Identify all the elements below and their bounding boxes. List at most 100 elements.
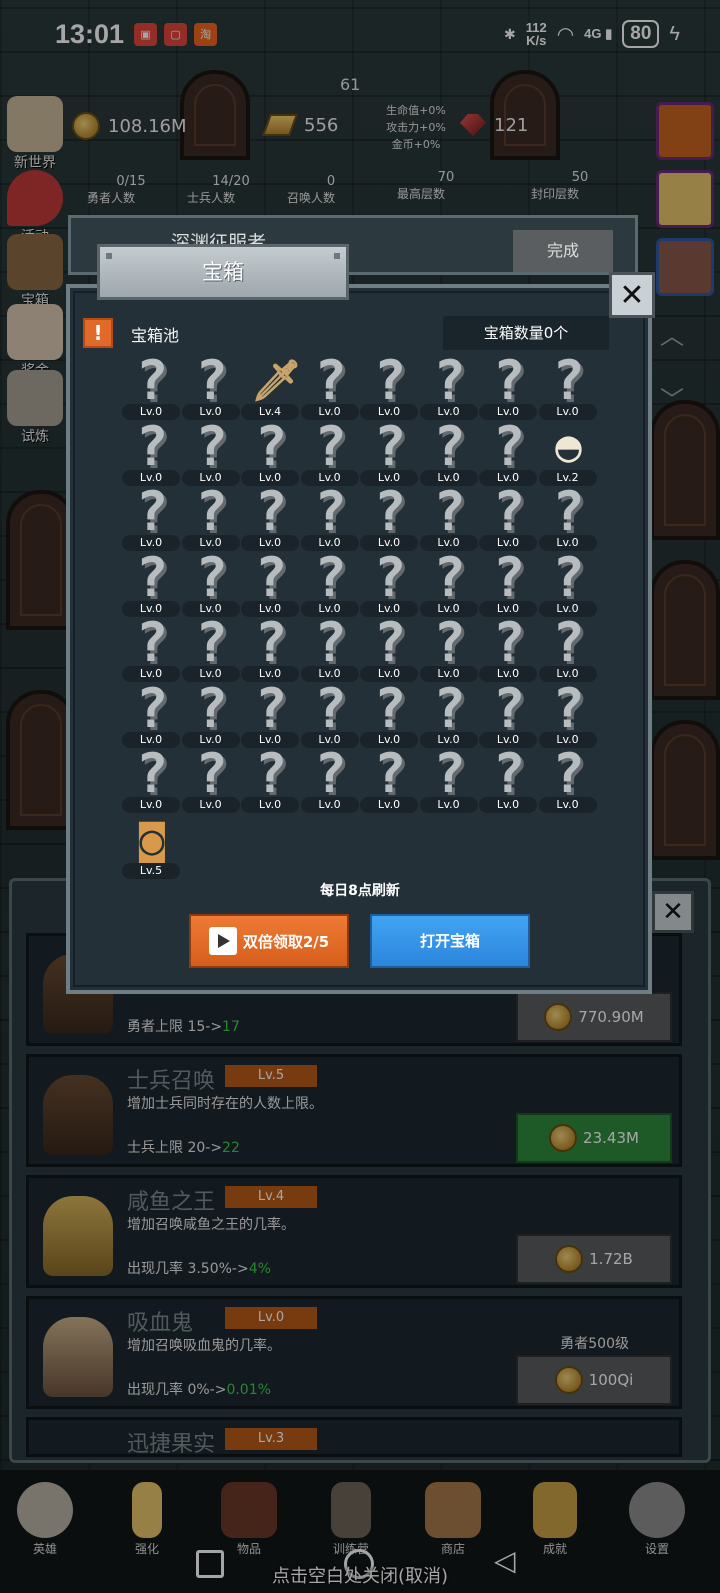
chest-slot[interactable]: ? Lv.0 — [297, 545, 359, 619]
unknown-item-icon: ? — [195, 742, 228, 805]
chest-slot[interactable]: ? Lv.0 — [178, 545, 240, 619]
chest-slot[interactable]: ? Lv.0 — [475, 414, 537, 488]
chest-slot[interactable]: ? Lv.0 — [178, 742, 240, 815]
unknown-item-icon: ? — [135, 742, 169, 805]
chest-slot[interactable]: ? Lv.0 — [535, 747, 597, 815]
chest-slot[interactable]: ? Lv.0 — [237, 480, 299, 553]
chest-slot[interactable]: ? Lv.0 — [356, 349, 418, 422]
beer-mug-icon: ◙ — [139, 814, 165, 864]
chest-slot[interactable]: ? Lv.0 — [416, 611, 478, 684]
video-play-icon — [208, 927, 237, 955]
chest-slot[interactable]: ? Lv.0 — [356, 747, 418, 815]
unknown-item-icon: ? — [314, 676, 347, 740]
chest-slot[interactable]: ? Lv.0 — [416, 414, 478, 488]
slot-level: Lv.5 — [122, 862, 180, 879]
chest-slot[interactable]: ? Lv.0 — [535, 480, 597, 553]
double-claim-button[interactable]: 双倍领取2/5 — [189, 914, 349, 968]
chest-slot[interactable]: ? Lv.0 — [475, 747, 537, 815]
unknown-item-icon: ? — [552, 480, 585, 543]
slot-level: Lv.0 — [360, 797, 418, 813]
chest-slot[interactable]: ? Lv.0 — [118, 480, 180, 553]
chest-slot[interactable]: ? Lv.0 — [535, 611, 597, 684]
unknown-item-icon: ? — [195, 480, 228, 543]
chest-slot[interactable]: ? Lv.0 — [475, 616, 537, 684]
chest-slot[interactable]: ? Lv.0 — [237, 616, 299, 684]
unknown-item-icon: ? — [373, 480, 407, 543]
chest-slot[interactable]: ? Lv.0 — [118, 742, 180, 815]
chest-slot[interactable]: ? Lv.0 — [297, 611, 359, 684]
unknown-item-icon: ? — [314, 545, 347, 609]
unknown-item-icon: ? — [433, 414, 466, 478]
chest-slot[interactable]: ? Lv.0 — [178, 616, 240, 684]
chest-slot[interactable]: ? Lv.0 — [297, 354, 359, 422]
unknown-item-icon: ? — [135, 480, 169, 543]
chest-slot[interactable]: ? Lv.0 — [237, 419, 299, 488]
double-claim-label: 双倍领取2/5 — [242, 932, 330, 951]
chest-slot[interactable]: ? Lv.0 — [475, 681, 537, 750]
close-icon[interactable]: ✕ — [609, 272, 655, 318]
chest-slot[interactable]: ? Lv.0 — [178, 676, 240, 750]
unknown-item-icon: ? — [433, 480, 466, 543]
unknown-item-icon: ? — [195, 545, 228, 609]
unknown-item-icon: ? — [254, 545, 288, 609]
unknown-item-icon: ? — [433, 545, 466, 609]
chest-slot[interactable]: ? Lv.0 — [118, 419, 180, 488]
chest-slot[interactable]: ? Lv.0 — [178, 354, 240, 422]
chest-slot[interactable]: ? Lv.0 — [118, 676, 180, 750]
unknown-item-icon: ? — [195, 676, 228, 740]
chest-pool-header: ! 宝箱池 宝箱数量0个 — [83, 316, 611, 350]
chest-slot[interactable]: ? Lv.0 — [416, 545, 478, 619]
chest-slot[interactable]: ◙ Lv.5 — [118, 814, 180, 881]
chest-slot[interactable]: ◓ Lv.2 — [535, 422, 597, 488]
unknown-item-icon: ? — [373, 545, 407, 609]
unknown-item-icon: ? — [552, 611, 585, 674]
chest-slot[interactable]: ? Lv.0 — [356, 681, 418, 750]
chest-slot[interactable]: ? Lv.0 — [297, 747, 359, 815]
chest-slot[interactable]: ? Lv.0 — [416, 349, 478, 422]
unknown-item-icon: ? — [552, 349, 585, 412]
unknown-item-icon: ? — [314, 414, 347, 478]
chest-slot[interactable]: ? Lv.0 — [237, 681, 299, 750]
chest-slot[interactable]: ? Lv.0 — [118, 349, 180, 422]
chest-slot[interactable]: ? Lv.0 — [535, 349, 597, 422]
unknown-item-icon: ? — [373, 611, 407, 674]
unknown-item-icon: ? — [135, 676, 169, 740]
chest-slot[interactable]: ? Lv.0 — [237, 545, 299, 619]
chest-slot[interactable]: 🗡 Lv.4 — [237, 356, 302, 422]
quest-complete-button[interactable]: 完成 — [513, 230, 613, 272]
chest-slot[interactable]: ? Lv.0 — [475, 485, 537, 553]
chest-slot[interactable]: ? Lv.0 — [297, 414, 359, 488]
unknown-item-icon: ? — [373, 414, 407, 478]
unknown-item-icon: ? — [135, 349, 169, 412]
unknown-item-icon: ? — [492, 414, 526, 478]
slot-level: Lv.0 — [538, 797, 597, 813]
unknown-item-icon: ? — [254, 480, 288, 543]
unknown-item-icon: ? — [433, 611, 466, 674]
chest-slot[interactable]: ? Lv.0 — [475, 545, 537, 619]
chest-slot[interactable]: ? Lv.0 — [297, 676, 359, 750]
unknown-item-icon: ? — [373, 349, 407, 412]
unknown-item-icon: ? — [492, 545, 526, 609]
chest-slot[interactable]: ? Lv.0 — [118, 550, 180, 619]
chest-slot[interactable]: ? Lv.0 — [416, 480, 478, 553]
chest-slot[interactable]: ? Lv.0 — [178, 419, 240, 488]
chest-slot[interactable]: ? Lv.0 — [416, 681, 478, 750]
unknown-item-icon: ? — [433, 349, 466, 412]
chest-slot[interactable]: ? Lv.0 — [297, 485, 359, 553]
chest-slot[interactable]: ? Lv.0 — [356, 611, 418, 684]
chest-slot[interactable]: ? Lv.0 — [178, 480, 240, 553]
refresh-note: 每日8点刷新 — [320, 883, 400, 899]
chest-slot[interactable]: ? Lv.0 — [416, 747, 478, 815]
chest-slot[interactable]: ? Lv.0 — [118, 616, 180, 684]
chest-slot[interactable]: ? Lv.0 — [535, 681, 597, 750]
chest-slot[interactable]: ? Lv.0 — [356, 545, 418, 619]
alert-icon: ! — [83, 318, 113, 348]
chest-slot[interactable]: ? Lv.0 — [356, 414, 418, 488]
open-chest-button[interactable]: 打开宝箱 — [370, 914, 530, 968]
chest-slot[interactable]: ? Lv.0 — [535, 550, 597, 619]
chest-slot[interactable]: ? Lv.0 — [356, 480, 418, 553]
chest-slot[interactable]: ? Lv.0 — [475, 354, 537, 422]
unknown-item-icon: ? — [314, 611, 347, 674]
chest-slot[interactable]: ? Lv.0 — [237, 747, 299, 815]
dialog-title: 宝箱 — [97, 244, 349, 300]
